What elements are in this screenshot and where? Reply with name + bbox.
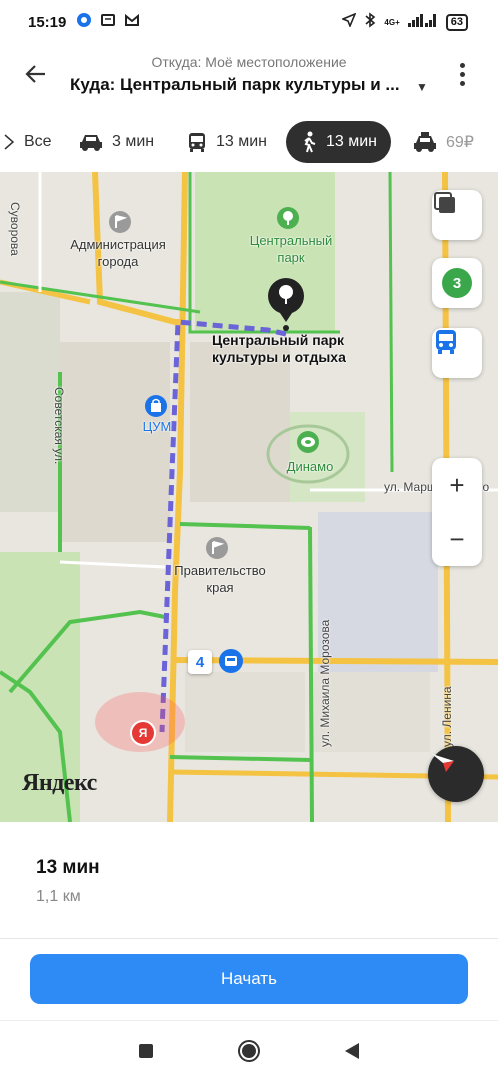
- zoom-controls: + −: [432, 458, 482, 566]
- tab-all[interactable]: Все: [0, 121, 66, 163]
- app-notification-icon: [76, 12, 92, 32]
- map-label-government: Правительство края: [174, 563, 266, 595]
- back-nav-button[interactable]: [340, 1039, 364, 1063]
- message-icon: [100, 12, 116, 32]
- more-menu-button[interactable]: [448, 58, 476, 90]
- home-button[interactable]: [237, 1039, 261, 1063]
- divider: [0, 938, 498, 939]
- system-nav-bar: [0, 1020, 498, 1080]
- route-duration: 13 мин: [36, 857, 100, 878]
- bus-icon: [436, 330, 456, 354]
- tab-label: 13 мин: [326, 133, 378, 150]
- circle-icon: [238, 1040, 260, 1062]
- network-type: 4G+: [384, 17, 400, 27]
- bus-icon: [186, 131, 208, 153]
- yandex-logo: Яндекс: [22, 770, 97, 796]
- battery-indicator: 63: [445, 13, 468, 31]
- signal-icon: [407, 13, 438, 31]
- tab-label: Все: [24, 133, 52, 150]
- transport-tabs: Все 3 мин 13 мин 13 мин 69₽: [0, 115, 498, 171]
- bluetooth-icon: [364, 12, 376, 32]
- tab-walking[interactable]: 13 мин: [286, 121, 392, 163]
- status-bar: 15:19 4G+ 63: [0, 0, 498, 44]
- traffic-badge: 3: [442, 268, 472, 298]
- taxi-icon: [412, 131, 438, 153]
- triangle-back-icon: [345, 1043, 359, 1059]
- route-distance: 1,1 км: [36, 888, 81, 905]
- map-label-dinamo: Динамо: [286, 459, 334, 474]
- map-label-tsum: ЦУМ: [142, 419, 172, 434]
- route-summary-sheet: 13 мин 1,1 км Начать: [0, 822, 498, 1022]
- tab-label: 69₽: [446, 134, 474, 151]
- tab-transit[interactable]: 13 мин: [172, 121, 281, 163]
- tab-car[interactable]: 3 мин: [64, 121, 168, 163]
- status-time: 15:19: [28, 13, 67, 31]
- square-icon: [139, 1044, 153, 1058]
- zoom-in-button[interactable]: +: [432, 458, 482, 512]
- transit-layer-button[interactable]: [432, 328, 482, 378]
- map-label-destination: Центральный парк культуры и отдыха: [212, 332, 346, 365]
- all-icon: [2, 133, 16, 151]
- map-label-admin: Администрация города: [70, 237, 166, 269]
- pedestrian-icon: [300, 131, 318, 153]
- route-from[interactable]: Откуда: Моё местоположение: [0, 54, 498, 70]
- traffic-button[interactable]: 3: [432, 258, 482, 308]
- route-to[interactable]: Куда: Центральный парк культуры и ...: [70, 75, 400, 95]
- location-icon: [341, 12, 357, 31]
- compass-icon: [432, 754, 454, 772]
- street-label-sovetskaya: Советская ул.: [52, 387, 66, 465]
- layers-button[interactable]: [432, 190, 482, 240]
- route-header: Откуда: Моё местоположение Куда: Централ…: [0, 44, 498, 110]
- street-label-lenina: ул. Ленина: [440, 686, 454, 747]
- street-label-suvorova: Суворова: [8, 202, 22, 256]
- start-navigation-button[interactable]: Начать: [30, 954, 468, 1004]
- zoom-out-button[interactable]: −: [432, 512, 482, 566]
- chevron-down-icon[interactable]: ▼: [416, 80, 428, 94]
- compass-button[interactable]: [428, 746, 484, 802]
- car-icon: [78, 132, 104, 152]
- map-view[interactable]: Администрация города Центральный парк Це…: [0, 172, 498, 822]
- recent-apps-button[interactable]: [134, 1039, 158, 1063]
- user-location-marker[interactable]: Я: [130, 720, 156, 746]
- street-label-morozova: ул. Михаила Морозова: [318, 619, 332, 747]
- transit-stop-number[interactable]: 4: [188, 650, 212, 674]
- tab-label: 3 мин: [112, 133, 155, 150]
- map-label-park: Центральный парк: [249, 233, 333, 265]
- gmail-icon: [124, 12, 140, 32]
- tab-taxi[interactable]: 69₽: [398, 121, 488, 163]
- tab-label: 13 мин: [216, 133, 268, 150]
- layers-icon: [434, 192, 455, 213]
